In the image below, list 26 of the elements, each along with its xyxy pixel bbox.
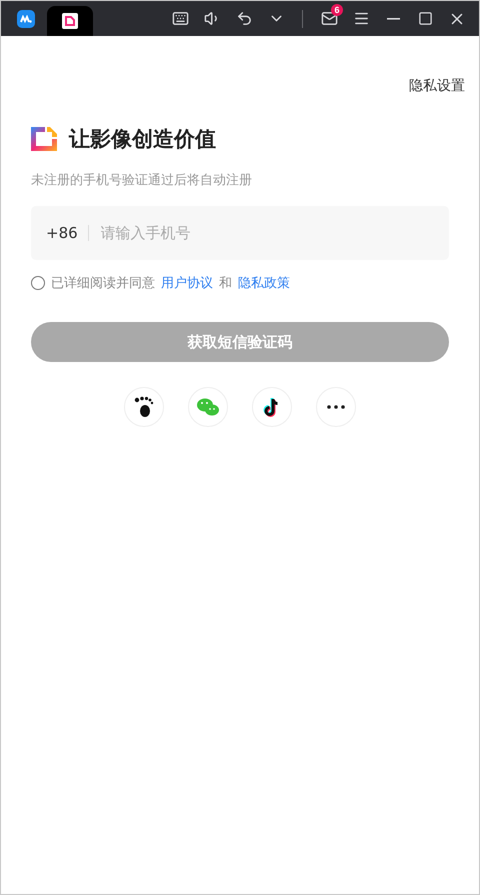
privacy-policy-link[interactable]: 隐私政策 bbox=[238, 274, 290, 292]
headline: 让影像创造价值 bbox=[69, 126, 216, 153]
phone-input-field[interactable]: +86 请输入手机号 bbox=[31, 206, 449, 260]
country-code[interactable]: +86 bbox=[46, 224, 78, 242]
agreement-text: 和 bbox=[219, 275, 232, 292]
menu-icon bbox=[352, 10, 370, 27]
undo-icon bbox=[236, 10, 252, 27]
agreement-text: 已详细阅读并同意 bbox=[51, 275, 155, 292]
app-tab[interactable] bbox=[47, 6, 93, 36]
social-login-button[interactable] bbox=[252, 387, 292, 427]
brand-logo-icon bbox=[31, 127, 57, 151]
social-login-button[interactable] bbox=[124, 387, 164, 427]
wechat-icon bbox=[196, 397, 220, 417]
minimize-icon bbox=[386, 18, 400, 20]
mail-button[interactable]: 6 bbox=[313, 4, 345, 34]
app-logo-icon[interactable] bbox=[17, 10, 35, 28]
footprint-icon bbox=[134, 396, 154, 418]
maximize-icon bbox=[418, 11, 432, 26]
user-agreement-link[interactable]: 用户协议 bbox=[161, 274, 213, 292]
subtitle: 未注册的手机号验证通过后将自动注册 bbox=[31, 172, 253, 189]
app-logo-icon bbox=[62, 13, 78, 29]
notification-badge: 6 bbox=[331, 4, 343, 16]
agreement-radio[interactable] bbox=[31, 276, 45, 290]
keyboard-icon bbox=[172, 10, 188, 27]
privacy-settings-link[interactable]: 隐私设置 bbox=[409, 77, 465, 95]
more-icon bbox=[326, 405, 346, 409]
